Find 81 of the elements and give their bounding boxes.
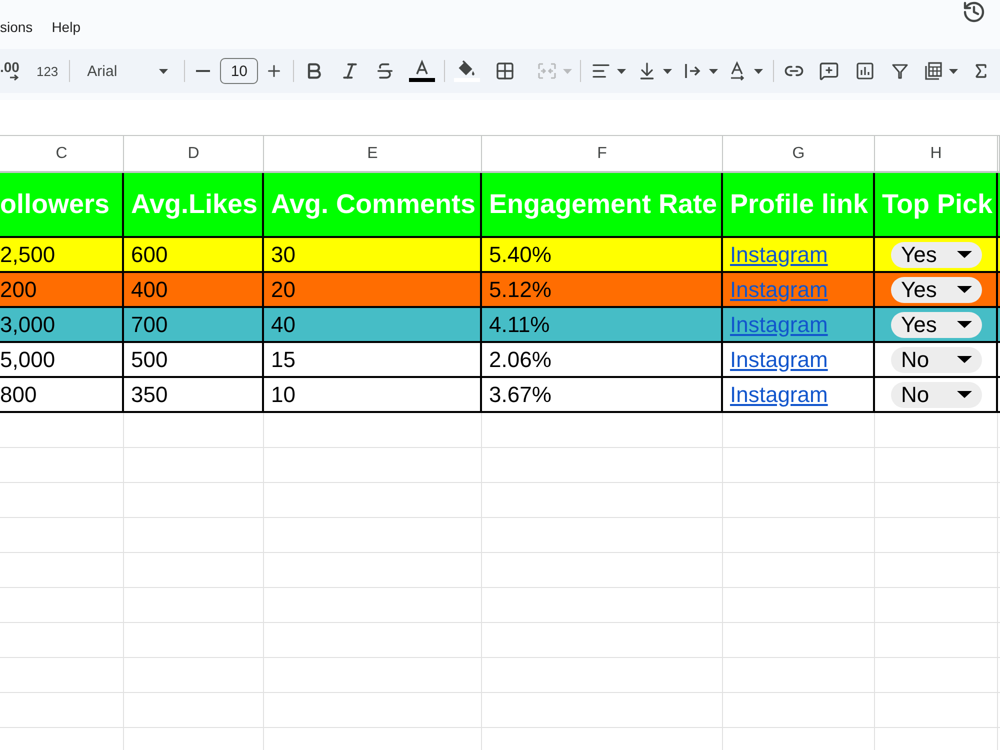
profile-link[interactable]: Instagram [730, 382, 828, 408]
caret-icon [159, 68, 168, 74]
caret-icon [957, 391, 972, 398]
strikethrough-button[interactable] [375, 61, 396, 81]
top-pick-dropdown[interactable]: Yes [891, 276, 982, 302]
header-cell: ollowers [0, 173, 124, 236]
arrow-icon [10, 74, 20, 81]
column-header[interactable]: G [723, 136, 875, 171]
caret-icon [957, 286, 972, 293]
table-cell: 30 [264, 238, 482, 271]
caret-icon [957, 251, 972, 258]
column-header[interactable]: D [124, 136, 264, 171]
table-cell: 3.67% [482, 378, 723, 411]
column-header[interactable]: E [264, 136, 482, 171]
caret-icon [754, 68, 764, 74]
history-icon [962, 0, 986, 24]
column-header[interactable]: F [482, 136, 723, 171]
table-cell: 5.12% [482, 273, 723, 306]
top-pick-dropdown[interactable]: Yes [891, 312, 982, 338]
table-cell: 700 [124, 308, 264, 341]
top-pick-dropdown[interactable]: No [891, 382, 982, 408]
version-history-button[interactable] [962, 0, 986, 24]
table-cell: 3,000 [0, 308, 124, 341]
caret-icon [957, 321, 972, 328]
table-cell: 400 [124, 273, 264, 306]
column-header[interactable]: H [875, 136, 998, 171]
table-cell: 40 [264, 308, 482, 341]
caret-icon [663, 68, 672, 74]
filter-icon [890, 61, 910, 81]
table-cell: 4.11% [482, 308, 723, 341]
header-cell: Top Pick [875, 173, 998, 236]
header-cell: Engagement Rate [482, 173, 723, 236]
text-color-icon [409, 59, 436, 83]
insert-chart-button[interactable] [855, 61, 876, 81]
chart-icon [855, 61, 876, 81]
profile-link[interactable]: Instagram [730, 242, 828, 268]
table-cell: 10 [264, 378, 482, 411]
caret-icon [957, 356, 972, 363]
table-cell: 2,500 [0, 238, 124, 271]
fill-color-button[interactable] [454, 59, 480, 83]
borders-button[interactable] [495, 61, 516, 81]
table-cell: 5,000 [0, 343, 124, 376]
caret-icon [563, 68, 572, 74]
header-cell: Profile link [723, 173, 875, 236]
column-header[interactable]: C [0, 136, 124, 171]
decimal-places-button[interactable]: .00 [0, 61, 20, 81]
table-cell: 600 [124, 238, 264, 271]
header-cell: Avg.Likes [124, 173, 264, 236]
table-cell: 20 [264, 273, 482, 306]
minus-icon [196, 70, 210, 72]
top-pick-dropdown[interactable]: Yes [891, 242, 982, 268]
profile-link[interactable]: Instagram [730, 346, 828, 372]
caret-icon [617, 68, 626, 74]
merge-icon [537, 61, 558, 81]
table-cell: 2.06% [482, 343, 723, 376]
table-cell: 500 [124, 343, 264, 376]
font-size-field[interactable]: 10 [220, 58, 258, 84]
header-cell: Avg. Comments [264, 173, 482, 236]
table-cell: 15 [264, 343, 482, 376]
menu-item[interactable]: sions [0, 18, 33, 36]
table-cell: 350 [124, 378, 264, 411]
table-icon [923, 61, 944, 81]
comment-add-icon [819, 61, 840, 81]
table-cell: 800 [0, 378, 124, 411]
table-cell: 5.40% [482, 238, 723, 271]
menu-item[interactable]: Help [52, 18, 80, 36]
number-format-button[interactable]: 123 [36, 64, 58, 78]
strikethrough-icon [375, 61, 396, 81]
text-wrapping-button[interactable] [683, 61, 718, 81]
caret-icon [949, 68, 958, 74]
fill-color-icon [454, 59, 480, 83]
filter-button[interactable] [890, 61, 910, 81]
top-pick-dropdown[interactable]: No [891, 346, 982, 372]
table-button[interactable] [923, 61, 958, 81]
table-cell: 200 [0, 273, 124, 306]
insert-comment-button[interactable] [819, 61, 840, 81]
text-rotation-button[interactable] [728, 61, 764, 81]
caret-icon [709, 68, 718, 74]
font-select[interactable]: Arial [87, 62, 168, 80]
text-color-button[interactable] [409, 59, 436, 83]
borders-icon [495, 61, 516, 81]
